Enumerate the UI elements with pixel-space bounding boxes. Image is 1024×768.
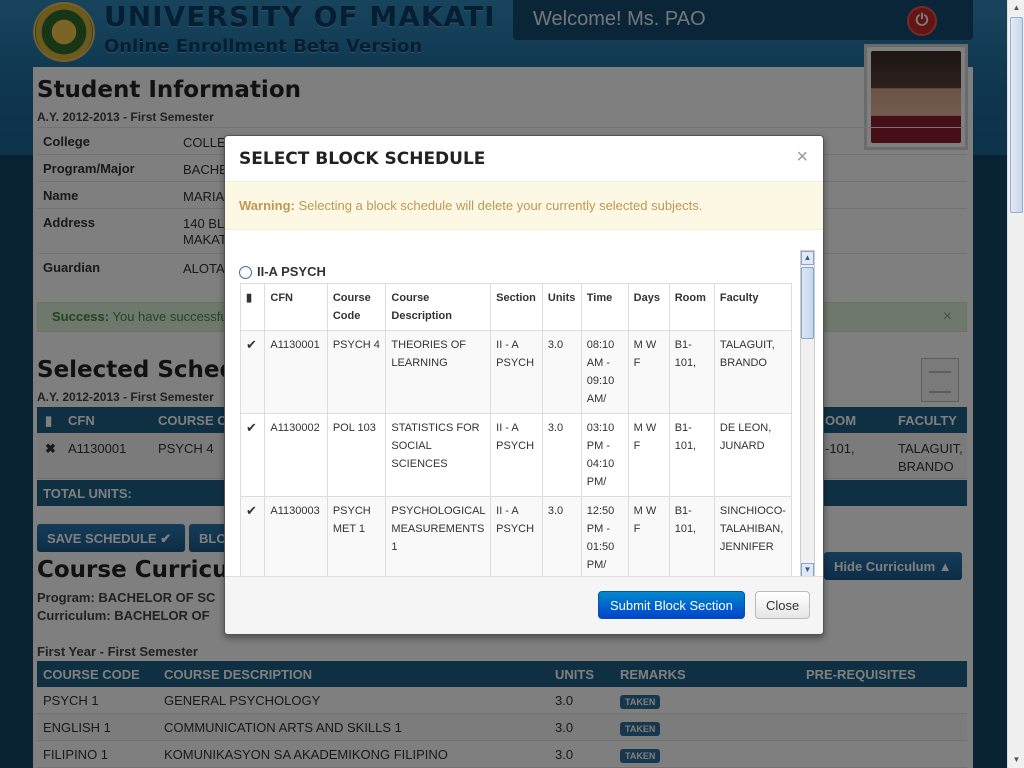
block-radio-button[interactable] bbox=[239, 266, 252, 279]
scrollbar-thumb[interactable] bbox=[801, 267, 814, 339]
modal-scrollbar[interactable]: ▲ ▼ bbox=[800, 250, 815, 578]
modal-footer: Submit Block Section Close bbox=[225, 576, 823, 634]
document-icon: ▮ bbox=[239, 283, 266, 331]
check-icon: ✔ bbox=[239, 496, 266, 578]
table-row: ✔ A1130001 PSYCH 4 THEORIES OF LEARNING … bbox=[239, 330, 793, 414]
submit-block-section-button[interactable]: Submit Block Section bbox=[598, 591, 745, 619]
scroll-down-arrow-icon[interactable]: ▼ bbox=[801, 563, 814, 577]
page-scrollbar[interactable]: ▲ ▼ bbox=[1007, 0, 1024, 768]
warning-alert: Warning: Selecting a block schedule will… bbox=[225, 182, 823, 230]
table-row: ✔ A1130002 POL 103 STATISTICS FOR SOCIAL… bbox=[239, 413, 793, 497]
scroll-up-arrow-icon[interactable]: ▲ bbox=[801, 251, 814, 265]
table-row: ✔ A1130003 PSYCH MET 1 PSYCHOLOGICAL MEA… bbox=[239, 496, 793, 578]
modal-title: SELECT BLOCK SCHEDULE bbox=[239, 149, 486, 169]
block-schedule-table: ▮ CFN Course Code Course Description Secti… bbox=[239, 283, 793, 578]
check-icon: ✔ bbox=[239, 330, 266, 414]
page-scrollbar-thumb[interactable] bbox=[1010, 17, 1023, 213]
close-button[interactable]: Close bbox=[755, 591, 811, 619]
check-icon: ✔ bbox=[239, 413, 266, 497]
scroll-down-arrow-icon[interactable]: ▼ bbox=[1009, 752, 1024, 768]
scroll-up-arrow-icon[interactable]: ▲ bbox=[1009, 0, 1024, 16]
close-icon[interactable]: × bbox=[796, 146, 808, 169]
block-name-label: II-A PSYCH bbox=[257, 264, 326, 279]
modal-body: II-A PSYCH ▮ CFN Course Code Course Descri… bbox=[239, 250, 809, 578]
modal-header: SELECT BLOCK SCHEDULE × bbox=[225, 136, 823, 182]
select-block-schedule-modal: SELECT BLOCK SCHEDULE × Warning: Selecti… bbox=[224, 135, 824, 635]
table-header-row: ▮ CFN Course Code Course Description Secti… bbox=[239, 283, 793, 331]
